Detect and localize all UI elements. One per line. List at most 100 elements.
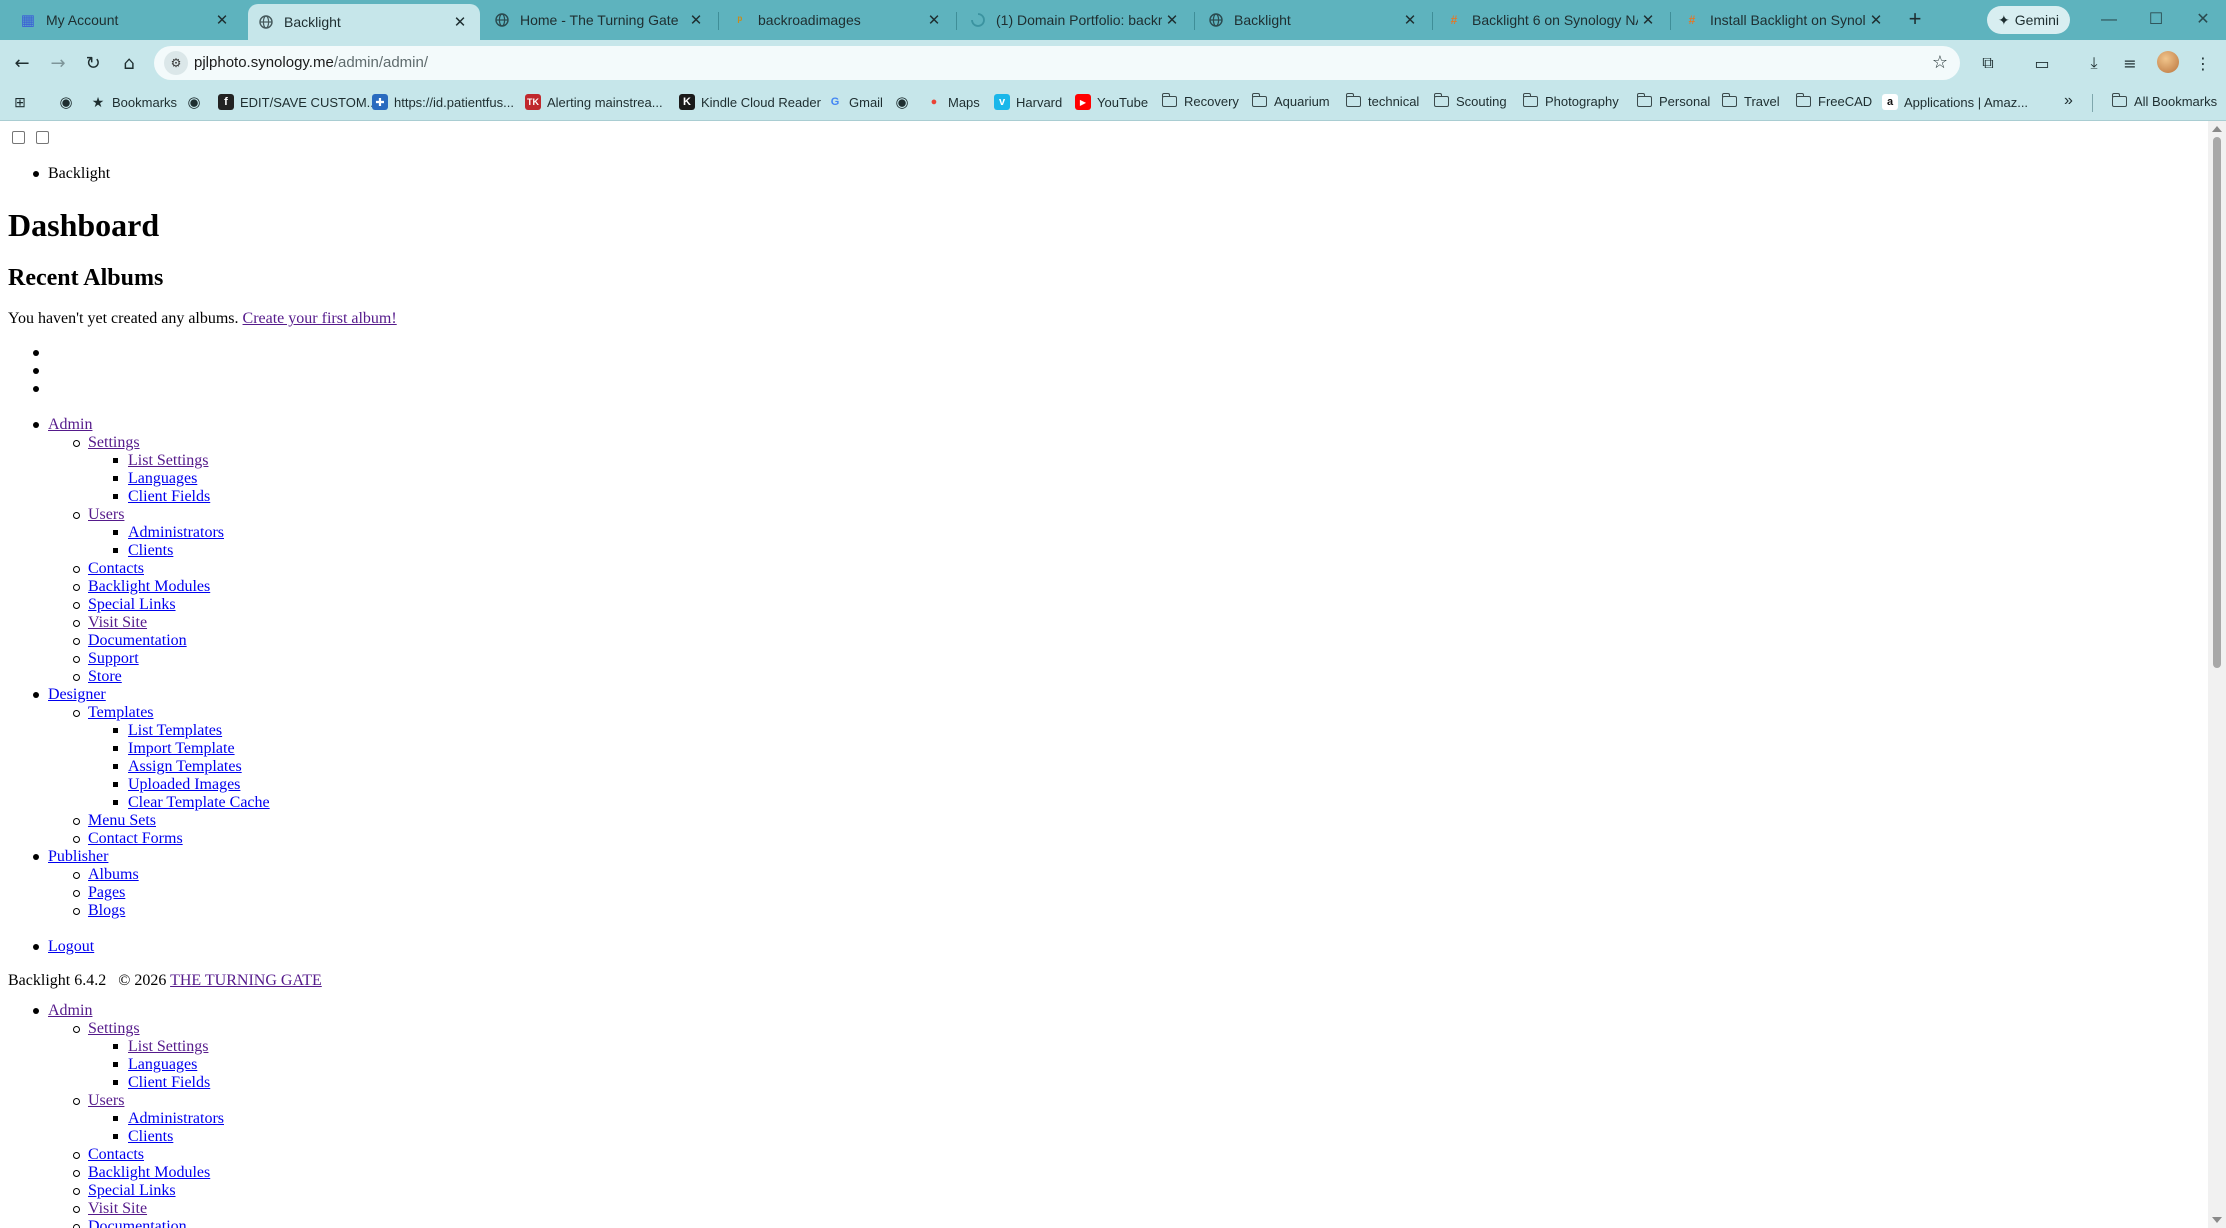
gemini-button[interactable]: ✦ Gemini xyxy=(1987,6,2070,34)
menu-admin[interactable]: Admin xyxy=(48,1002,92,1020)
menu-admin[interactable]: Admin xyxy=(48,416,92,434)
tab-install-backlight[interactable]: # Install Backlight on Synology? ✕ xyxy=(1674,6,1896,34)
tab-turning-gate[interactable]: Home - The Turning Gate ✕ xyxy=(484,6,716,34)
cast-icon[interactable]: ▭ xyxy=(2029,50,2055,76)
bookmark-folder-freecad[interactable]: FreeCAD xyxy=(1795,93,1872,109)
menu-uploaded-images[interactable]: Uploaded Images xyxy=(128,776,240,794)
apps-button[interactable]: ⊞ xyxy=(12,94,34,110)
menu-clients[interactable]: Clients xyxy=(128,1128,173,1146)
menu-store[interactable]: Store xyxy=(88,668,122,686)
home-button[interactable]: ⌂ xyxy=(114,48,144,78)
menu-pages[interactable]: Pages xyxy=(88,884,125,902)
menu-special-links[interactable]: Special Links xyxy=(88,596,176,614)
menu-clients[interactable]: Clients xyxy=(128,542,173,560)
all-bookmarks-button[interactable]: All Bookmarks xyxy=(2111,93,2217,109)
scroll-down-arrow-icon[interactable] xyxy=(2212,1217,2222,1223)
forward-button[interactable]: → xyxy=(43,48,73,78)
bookmark-harvard[interactable]: v Harvard xyxy=(994,94,1062,110)
bookmark-folder-photography[interactable]: Photography xyxy=(1522,93,1619,109)
bookmark-maps[interactable]: ● Maps xyxy=(926,94,980,110)
menu-support[interactable]: Support xyxy=(88,650,139,668)
scrollbar-thumb[interactable] xyxy=(2213,137,2221,668)
menu-special-links[interactable]: Special Links xyxy=(88,1182,176,1200)
close-icon[interactable]: ✕ xyxy=(212,11,232,29)
bookmark-folder-scouting[interactable]: Scouting xyxy=(1433,93,1507,109)
bookmark-folder-technical[interactable]: technical xyxy=(1345,93,1419,109)
menu-templates[interactable]: Templates xyxy=(88,704,154,722)
address-bar[interactable]: ⚙ pjlphoto.synology.me/admin/admin/ ☆ xyxy=(154,46,1960,80)
menu-client-fields[interactable]: Client Fields xyxy=(128,488,210,506)
media-controls-icon[interactable]: ≡ xyxy=(2117,50,2143,76)
menu-administrators[interactable]: Administrators xyxy=(128,1110,224,1128)
bookmark-gmail[interactable]: G Gmail xyxy=(827,94,883,110)
menu-blogs[interactable]: Blogs xyxy=(88,902,125,920)
menu-contact-forms[interactable]: Contact Forms xyxy=(88,830,183,848)
new-tab-button[interactable]: + xyxy=(1903,8,1927,32)
menu-client-fields[interactable]: Client Fields xyxy=(128,1074,210,1092)
tab-backlight-active[interactable]: Backlight ✕ xyxy=(248,4,480,40)
menu-settings[interactable]: Settings xyxy=(88,1020,140,1038)
tab-backlight-2[interactable]: Backlight ✕ xyxy=(1198,6,1430,34)
menu-users[interactable]: Users xyxy=(88,506,124,524)
close-icon[interactable]: ✕ xyxy=(450,13,470,31)
bookmark-globe-3[interactable]: ◉ xyxy=(894,94,916,111)
menu-visit-site[interactable]: Visit Site xyxy=(88,1200,147,1218)
close-icon[interactable]: ✕ xyxy=(1162,11,1182,29)
menu-contacts[interactable]: Contacts xyxy=(88,1146,144,1164)
close-icon[interactable]: ✕ xyxy=(924,11,944,29)
menu-visit-site[interactable]: Visit Site xyxy=(88,614,147,632)
minimize-button[interactable]: — xyxy=(2089,6,2129,34)
menu-list-settings[interactable]: List Settings xyxy=(128,452,208,470)
create-first-album-link[interactable]: Create your first album! xyxy=(243,310,397,327)
reload-button[interactable]: ↻ xyxy=(78,48,108,78)
scroll-up-arrow-icon[interactable] xyxy=(2212,126,2222,132)
bookmark-folder-recovery[interactable]: Recovery xyxy=(1161,93,1239,109)
menu-users[interactable]: Users xyxy=(88,1092,124,1110)
tab-my-account[interactable]: ▦ My Account ✕ xyxy=(10,6,242,34)
menu-backlight-modules[interactable]: Backlight Modules xyxy=(88,1164,210,1182)
bookmark-alerting[interactable]: TK Alerting mainstrea... xyxy=(525,94,663,110)
menu-publisher[interactable]: Publisher xyxy=(48,848,108,866)
menu-kebab-icon[interactable]: ⋮ xyxy=(2190,50,2216,76)
menu-languages[interactable]: Languages xyxy=(128,1056,197,1074)
bookmark-amazon[interactable]: a Applications | Amaz... xyxy=(1882,94,2028,110)
tab-backroadimages[interactable]: ᵖ backroadimages ✕ xyxy=(722,6,954,34)
back-button[interactable]: ← xyxy=(7,48,37,78)
menu-contacts[interactable]: Contacts xyxy=(88,560,144,578)
maximize-button[interactable]: ☐ xyxy=(2136,6,2176,34)
logout-link[interactable]: Logout xyxy=(48,938,94,956)
bookmarks-overflow-button[interactable]: » xyxy=(2064,92,2073,110)
close-icon[interactable]: ✕ xyxy=(1400,11,1420,29)
toggle-checkbox-2[interactable] xyxy=(36,131,49,144)
footer-company-link[interactable]: THE TURNING GATE xyxy=(170,972,322,989)
menu-clear-template-cache[interactable]: Clear Template Cache xyxy=(128,794,270,812)
menu-assign-templates[interactable]: Assign Templates xyxy=(128,758,242,776)
menu-documentation[interactable]: Documentation xyxy=(88,1218,187,1228)
menu-documentation[interactable]: Documentation xyxy=(88,632,187,650)
close-window-button[interactable]: ✕ xyxy=(2183,6,2223,34)
bookmark-star-icon[interactable]: ☆ xyxy=(1932,52,1948,73)
menu-list-templates[interactable]: List Templates xyxy=(128,722,222,740)
close-icon[interactable]: ✕ xyxy=(686,11,706,29)
bookmark-kindle[interactable]: K Kindle Cloud Reader xyxy=(679,94,821,110)
menu-menu-sets[interactable]: Menu Sets xyxy=(88,812,156,830)
extensions-icon[interactable]: ⧉ xyxy=(1975,50,2001,76)
profile-avatar[interactable] xyxy=(2157,51,2179,73)
tab-domain-portfolio[interactable]: (1) Domain Portfolio: backroadi ✕ xyxy=(960,6,1192,34)
bookmark-globe-2[interactable]: ◉ xyxy=(186,94,208,111)
download-icon[interactable]: ⤓ xyxy=(2081,50,2107,76)
menu-list-settings[interactable]: List Settings xyxy=(128,1038,208,1056)
close-icon[interactable]: ✕ xyxy=(1638,11,1658,29)
bookmark-youtube[interactable]: ▶ YouTube xyxy=(1075,94,1148,110)
menu-languages[interactable]: Languages xyxy=(128,470,197,488)
menu-albums[interactable]: Albums xyxy=(88,866,139,884)
bookmark-folder-aquarium[interactable]: Aquarium xyxy=(1251,93,1330,109)
toggle-checkbox-1[interactable] xyxy=(12,131,25,144)
site-info-icon[interactable]: ⚙ xyxy=(164,51,188,75)
menu-settings[interactable]: Settings xyxy=(88,434,140,452)
bookmark-patientfusion[interactable]: ✚ https://id.patientfus... xyxy=(372,94,514,110)
menu-designer[interactable]: Designer xyxy=(48,686,106,704)
bookmark-folder-travel[interactable]: Travel xyxy=(1721,93,1780,109)
close-icon[interactable]: ✕ xyxy=(1866,11,1886,29)
menu-administrators[interactable]: Administrators xyxy=(128,524,224,542)
